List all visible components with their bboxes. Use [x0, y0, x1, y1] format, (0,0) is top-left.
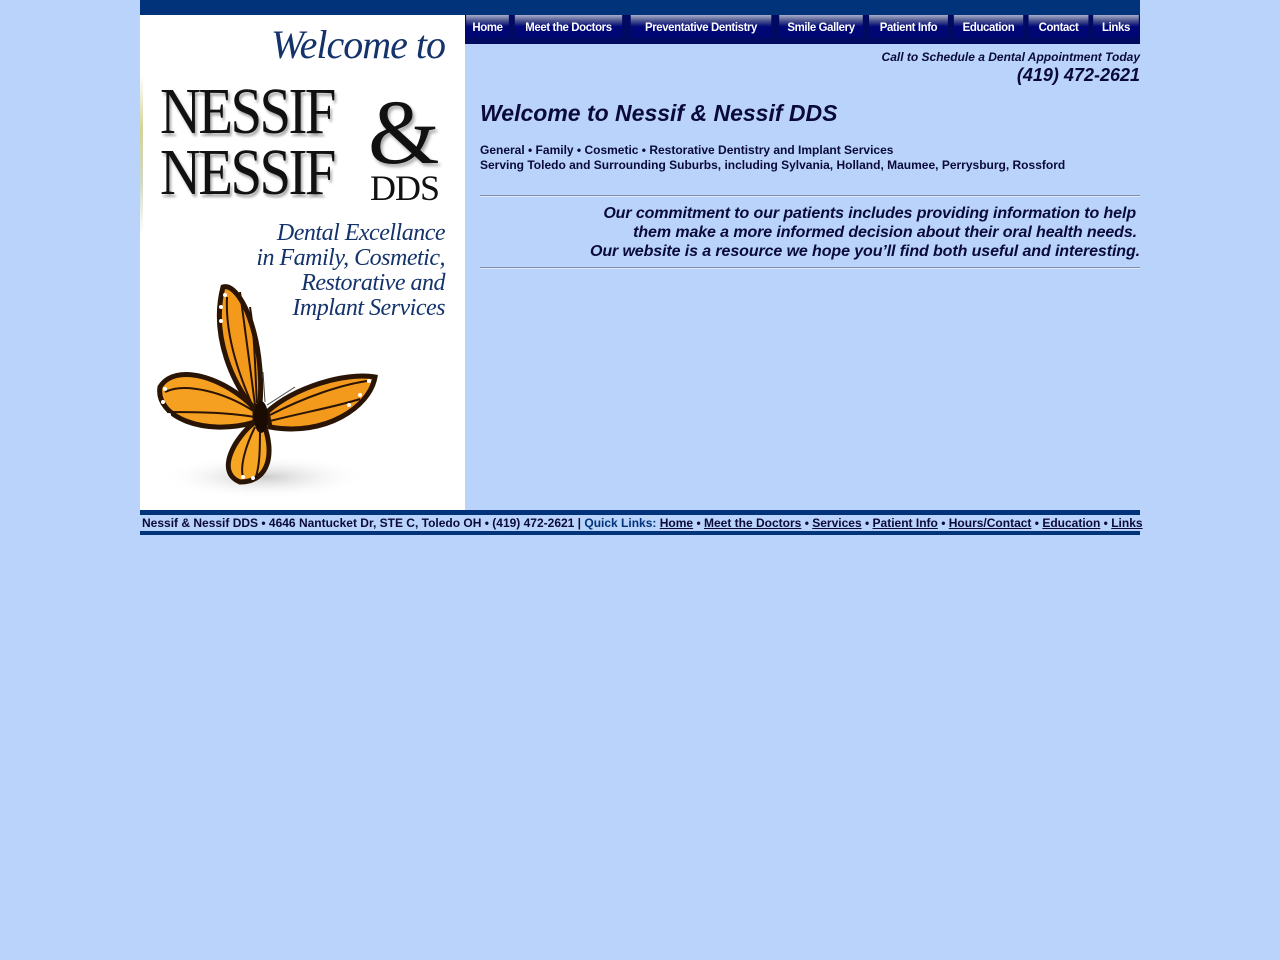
nav-education[interactable]: Education	[953, 15, 1024, 39]
services-line: General • Family • Cosmetic • Restorativ…	[480, 143, 894, 157]
tagline-line: in Family, Cosmetic,	[256, 245, 445, 271]
top-bar	[140, 0, 1140, 15]
logo-ampersand: &	[368, 81, 440, 183]
commitment-line: them make a more informed decision about…	[633, 224, 1137, 241]
page-container: Welcome to NESSIF & NESSIF DDS Dental Ex…	[140, 0, 1143, 535]
nav-home[interactable]: Home	[466, 15, 509, 39]
footer-link-hours-contact[interactable]: Hours/Contact	[949, 516, 1032, 530]
logo-dds: DDS	[370, 168, 440, 208]
footer-separator: •	[804, 516, 809, 530]
phone-number: (419) 472-2621	[1016, 65, 1140, 85]
footer-link-services[interactable]: Services	[812, 516, 861, 530]
footer-separator: •	[1034, 516, 1039, 530]
footer-bar: Nessif & Nessif DDS • 4646 Nantucket Dr,…	[140, 515, 1143, 531]
logo-edge-decoration	[140, 75, 143, 235]
nav-links[interactable]: Links	[1093, 15, 1139, 39]
footer-link-meet-the-doctors[interactable]: Meet the Doctors	[704, 516, 801, 530]
nav-contact[interactable]: Contact	[1028, 15, 1089, 39]
footer-link-patient-info[interactable]: Patient Info	[873, 516, 938, 530]
footer-link-home[interactable]: Home	[660, 516, 693, 530]
footer-link-education[interactable]: Education	[1042, 516, 1100, 530]
commitment-statement: Our commitment to our patients includes …	[480, 197, 1140, 267]
nav-smile-gallery[interactable]: Smile Gallery	[779, 15, 863, 39]
quick-links-label: Quick Links:	[584, 516, 657, 530]
call-to-schedule: Call to Schedule a Dental Appointment To…	[881, 50, 1140, 64]
tagline-line: Dental Excellance	[276, 220, 446, 246]
footer: Nessif & Nessif DDS • 4646 Nantucket Dr,…	[140, 510, 1143, 535]
nav-preventative-dentistry[interactable]: Preventative Dentistry	[630, 15, 772, 39]
footer-info: Nessif & Nessif DDS • 4646 Nantucket Dr,…	[142, 516, 582, 530]
butterfly-image	[157, 284, 378, 499]
commitment-line: Our website is a resource we hope you’ll…	[589, 243, 1140, 260]
logo-panel: Welcome to NESSIF & NESSIF DDS Dental Ex…	[140, 15, 465, 510]
services-summary: General • Family • Cosmetic • Restorativ…	[480, 143, 1140, 173]
footer-separator: •	[1103, 516, 1108, 530]
commitment-line: Our commitment to our patients includes …	[603, 205, 1136, 222]
nav-patient-info[interactable]: Patient Info	[869, 15, 948, 39]
logo-nessif-line2: NESSIF	[160, 136, 336, 209]
footer-link-links[interactable]: Links	[1111, 516, 1142, 530]
logo-welcome-to: Welcome to	[270, 22, 446, 67]
page-title: Welcome to Nessif & Nessif DDS	[480, 100, 838, 126]
serving-line: Serving Toledo and Surrounding Suburbs, …	[480, 158, 1066, 172]
logo-nessif-line1: NESSIF	[160, 75, 336, 148]
footer-separator: •	[864, 516, 870, 530]
footer-separator: •	[696, 516, 701, 530]
divider-bottom	[480, 267, 1140, 269]
footer-separator: •	[941, 516, 946, 530]
main-content: Call to Schedule a Dental Appointment To…	[480, 44, 1140, 269]
nav-meet-the-doctors[interactable]: Meet the Doctors	[514, 15, 623, 39]
